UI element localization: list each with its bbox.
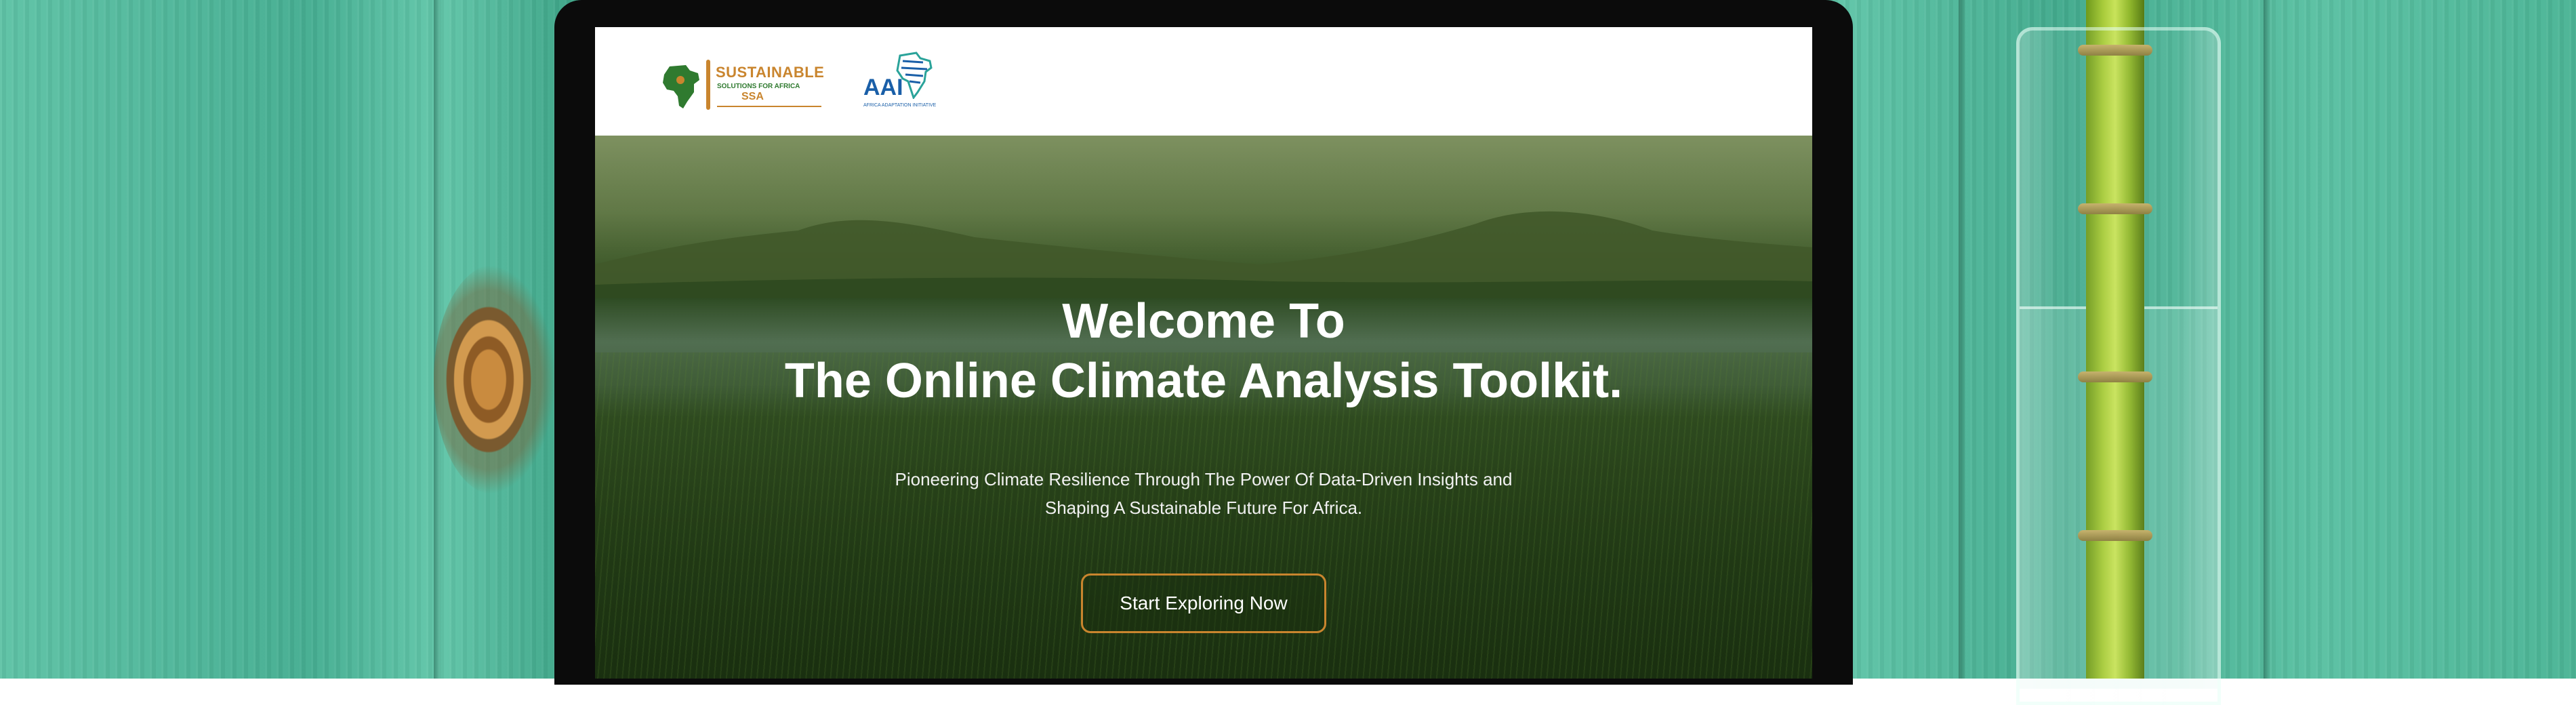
ssa-logo-line3: SSA (741, 91, 764, 102)
site-header: SUSTAINABLE SOLUTIONS FOR AFRICA SSA AAI… (595, 27, 1812, 136)
hero-subtitle-line2: Shaping A Sustainable Future For Africa. (1044, 498, 1363, 518)
hero-banner: Welcome To The Online Climate Analysis T… (595, 136, 1812, 679)
glass-tube (2016, 27, 2221, 705)
hero-subtitle: Pioneering Climate Resilience Through Th… (595, 465, 1812, 522)
wood-knot (434, 264, 556, 495)
ssa-logo-line1: SUSTAINABLE (716, 64, 825, 81)
aai-logo-name: AAI (863, 75, 903, 100)
africa-map-icon (663, 65, 699, 108)
hero-subtitle-line1: Pioneering Climate Resilience Through Th… (895, 469, 1513, 489)
ssa-logo-line2: SOLUTIONS FOR AFRICA (717, 83, 800, 90)
hero-title: Welcome To The Online Climate Analysis T… (595, 291, 1812, 411)
plank-seam (1959, 0, 1965, 679)
hills-illustration (595, 211, 1812, 298)
logo-divider (706, 60, 710, 110)
hero-title-line1: Welcome To (1062, 294, 1345, 348)
laptop-screen: SUSTAINABLE SOLUTIONS FOR AFRICA SSA AAI… (595, 27, 1812, 679)
aai-logo-tagline: AFRICA ADAPTATION INITIATIVE (863, 103, 937, 108)
hero-title-line2: The Online Climate Analysis Toolkit. (784, 354, 1623, 408)
plank-seam (2264, 0, 2270, 679)
start-exploring-button[interactable]: Start Exploring Now (1081, 573, 1326, 633)
logo-underline (717, 106, 821, 107)
aai-logo[interactable]: AAI AFRICA ADAPTATION INITIATIVE (863, 52, 945, 113)
ssa-logo[interactable]: SUSTAINABLE SOLUTIONS FOR AFRICA SSA (660, 56, 824, 110)
